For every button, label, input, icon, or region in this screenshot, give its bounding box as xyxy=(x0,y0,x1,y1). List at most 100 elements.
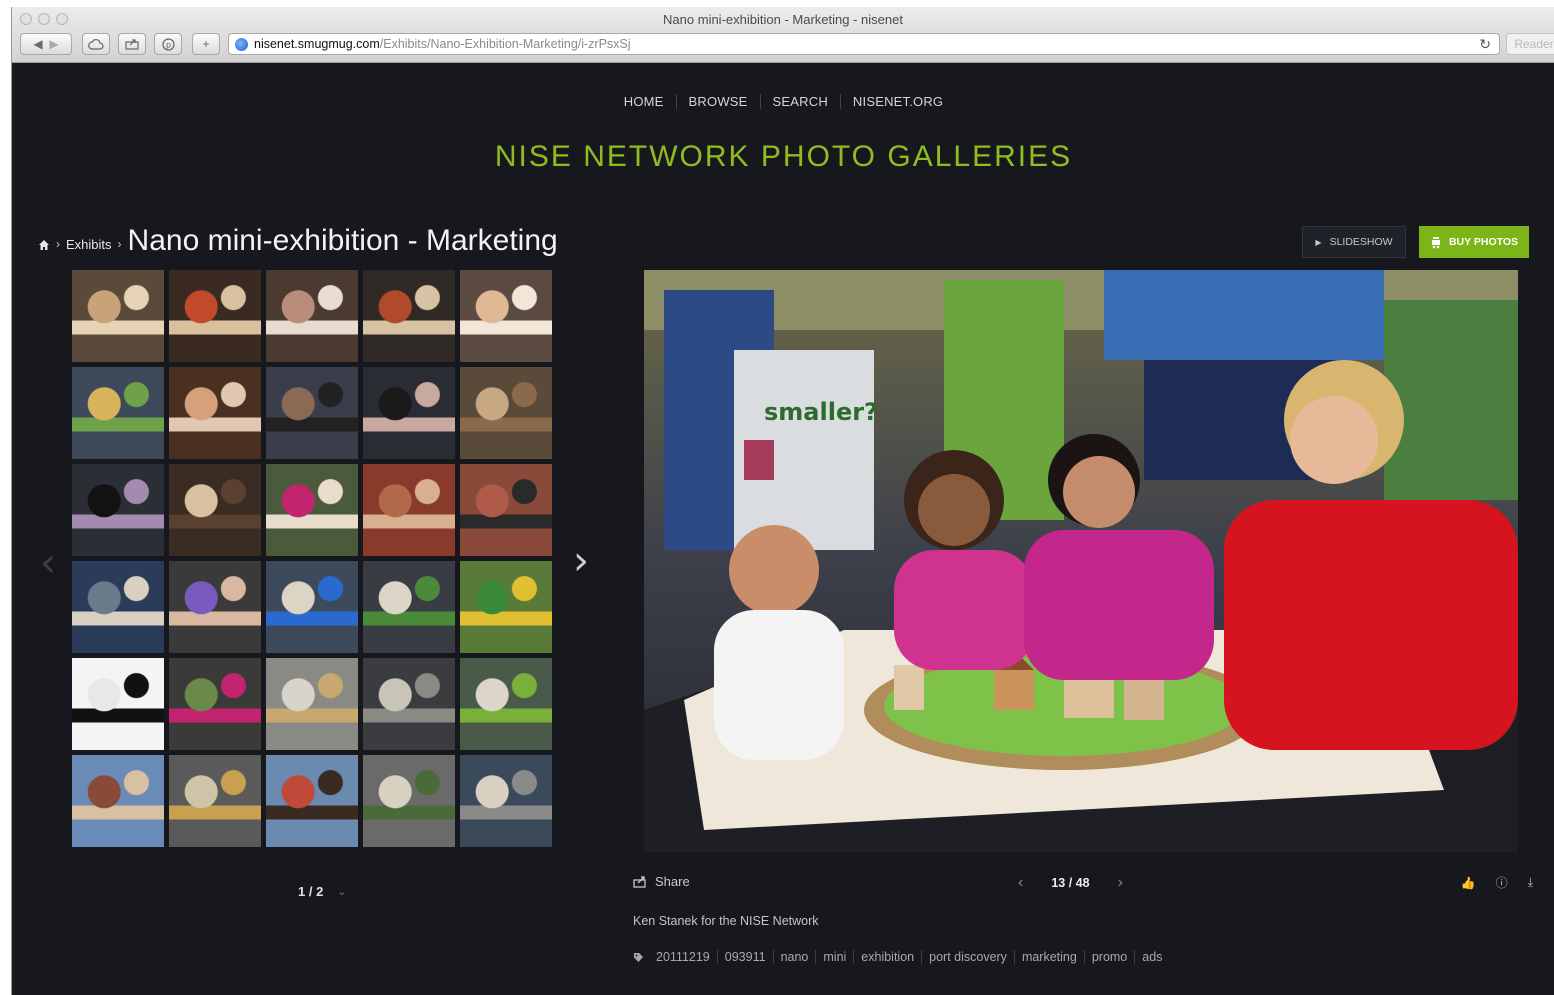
tag-link[interactable]: nano xyxy=(774,950,817,964)
buy-photos-button[interactable]: BUY PHOTOS xyxy=(1419,226,1529,258)
photo-thumbnail[interactable] xyxy=(363,561,455,653)
share-button[interactable]: Share xyxy=(633,874,690,889)
breadcrumb: › Exhibits › Nano mini-exhibition - Mark… xyxy=(38,224,558,258)
forward-icon[interactable]: ▶ xyxy=(49,37,58,51)
tag-link[interactable]: exhibition xyxy=(854,950,923,964)
photo-thumbnail[interactable] xyxy=(460,755,552,847)
photo-thumbnail[interactable] xyxy=(72,658,164,750)
photo-thumbnail[interactable] xyxy=(266,561,358,653)
tag-link[interactable]: mini xyxy=(816,950,855,964)
photo-counter: ‹ 13 / 48 › xyxy=(1018,874,1123,892)
photo-thumbnail[interactable] xyxy=(72,270,164,362)
back-forward-buttons[interactable]: ◀ ▶ xyxy=(20,33,72,55)
photo-thumbnail[interactable] xyxy=(169,561,261,653)
sign-text: smaller? xyxy=(764,398,878,426)
photo-thumbnail[interactable] xyxy=(363,270,455,362)
like-icon[interactable]: 👍 xyxy=(1461,876,1476,890)
nav-nisenet[interactable]: NISENET.ORG xyxy=(841,94,955,109)
photo-thumbnail[interactable] xyxy=(169,367,261,459)
breadcrumb-exhibits-link[interactable]: Exhibits xyxy=(66,237,112,252)
photo-tags: 20111219 093911 nano mini exhibition por… xyxy=(633,950,1169,964)
tag-link[interactable]: ads xyxy=(1135,950,1169,964)
photo-thumbnail[interactable] xyxy=(72,464,164,556)
photo-thumbnail[interactable] xyxy=(460,658,552,750)
breadcrumb-separator-icon: › xyxy=(117,237,122,251)
address-bar[interactable]: nisenet.smugmug.com/Exhibits/Nano-Exhibi… xyxy=(228,33,1500,55)
nav-search[interactable]: SEARCH xyxy=(761,94,841,109)
thumbs-next-arrow-icon[interactable]: › xyxy=(573,538,589,584)
url-path: /Exhibits/Nano-Exhibition-Marketing/i-zr… xyxy=(379,37,631,51)
photo-counter-label: 13 / 48 xyxy=(1051,876,1090,890)
photo-thumbnail[interactable] xyxy=(169,755,261,847)
prev-photo-icon[interactable]: ‹ xyxy=(1018,874,1023,892)
next-photo-icon[interactable]: › xyxy=(1118,874,1123,892)
photo-thumbnail[interactable] xyxy=(169,464,261,556)
photo-thumbnail[interactable] xyxy=(169,270,261,362)
thumbnail-grid xyxy=(72,270,554,847)
photo-thumbnail[interactable] xyxy=(266,367,358,459)
photo-thumbnail[interactable] xyxy=(72,755,164,847)
gallery-title: Nano mini-exhibition - Marketing xyxy=(127,224,558,257)
photo-thumbnail[interactable] xyxy=(460,367,552,459)
gallery-page: HOME BROWSE SEARCH NISENET.ORG NISE NETW… xyxy=(12,64,1554,995)
tag-link[interactable]: 093911 xyxy=(718,950,774,964)
pager-label: 1 / 2 xyxy=(298,884,324,899)
tag-link[interactable]: 20111219 xyxy=(649,950,718,964)
main-photo[interactable]: smaller? xyxy=(644,270,1518,852)
photo-thumbnail[interactable] xyxy=(363,755,455,847)
photo-thumbnail[interactable] xyxy=(266,658,358,750)
browser-window: Nano mini-exhibition - Marketing - nisen… xyxy=(11,7,1554,995)
photo-thumbnail[interactable] xyxy=(363,367,455,459)
info-icon[interactable]: ⓘ xyxy=(1496,874,1508,891)
photo-thumbnail[interactable] xyxy=(363,464,455,556)
pinterest-button[interactable]: p xyxy=(154,33,182,55)
nav-browse[interactable]: BROWSE xyxy=(677,94,761,109)
site-title[interactable]: NISE NETWORK PHOTO GALLERIES xyxy=(12,140,1554,174)
photo-toolbar: Share ‹ 13 / 48 › 👍 ⓘ ⤓ xyxy=(633,874,1533,896)
photo-caption: Ken Stanek for the NISE Network xyxy=(633,914,819,928)
globe-icon xyxy=(235,37,248,51)
share-label: Share xyxy=(655,874,690,889)
share-page-icon xyxy=(125,39,139,50)
home-icon[interactable] xyxy=(38,239,50,251)
main-photo-image: smaller? xyxy=(644,270,1518,852)
photo-thumbnail[interactable] xyxy=(266,270,358,362)
share-page-button[interactable] xyxy=(118,33,146,55)
photo-thumbnail[interactable] xyxy=(266,464,358,556)
reader-button[interactable]: Reader xyxy=(1506,33,1554,55)
tag-icon xyxy=(634,952,643,962)
photo-tools: 👍 ⓘ ⤓ xyxy=(1461,874,1533,891)
breadcrumb-separator-icon: › xyxy=(56,237,60,251)
icloud-tabs-button[interactable] xyxy=(82,33,110,55)
nav-home[interactable]: HOME xyxy=(612,94,677,109)
buy-photos-label: BUY PHOTOS xyxy=(1448,236,1519,248)
svg-text:p: p xyxy=(165,40,170,49)
photo-thumbnail[interactable] xyxy=(266,755,358,847)
photo-thumbnail[interactable] xyxy=(460,561,552,653)
cloud-icon xyxy=(88,39,104,50)
photo-thumbnail[interactable] xyxy=(460,464,552,556)
download-icon[interactable]: ⤓ xyxy=(1528,875,1533,890)
tag-link[interactable]: promo xyxy=(1085,950,1136,964)
photo-thumbnail[interactable] xyxy=(363,658,455,750)
thumbs-prev-arrow-icon[interactable]: ‹ xyxy=(40,540,56,586)
share-icon xyxy=(633,875,646,888)
tag-link[interactable]: marketing xyxy=(1015,950,1085,964)
tag-link[interactable]: port discovery xyxy=(922,950,1015,964)
thumbnail-pager[interactable]: 1 / 2 ⌄ xyxy=(298,884,347,899)
window-title: Nano mini-exhibition - Marketing - nisen… xyxy=(663,12,903,27)
url-host: nisenet.smugmug.com xyxy=(254,37,380,51)
slideshow-button[interactable]: ▶ SLIDESHOW xyxy=(1302,226,1406,258)
back-icon[interactable]: ◀ xyxy=(33,37,42,51)
photo-thumbnail[interactable] xyxy=(72,367,164,459)
top-navigation: HOME BROWSE SEARCH NISENET.ORG xyxy=(12,94,1554,109)
photo-thumbnail[interactable] xyxy=(72,561,164,653)
photo-thumbnail[interactable] xyxy=(460,270,552,362)
cart-icon xyxy=(1431,236,1440,248)
reload-icon[interactable]: ↻ xyxy=(1479,36,1491,53)
chevron-down-icon[interactable]: ⌄ xyxy=(337,885,346,898)
new-tab-button[interactable]: + xyxy=(192,33,220,55)
pinterest-icon: p xyxy=(161,37,175,51)
plus-icon: + xyxy=(202,37,210,51)
photo-thumbnail[interactable] xyxy=(169,658,261,750)
